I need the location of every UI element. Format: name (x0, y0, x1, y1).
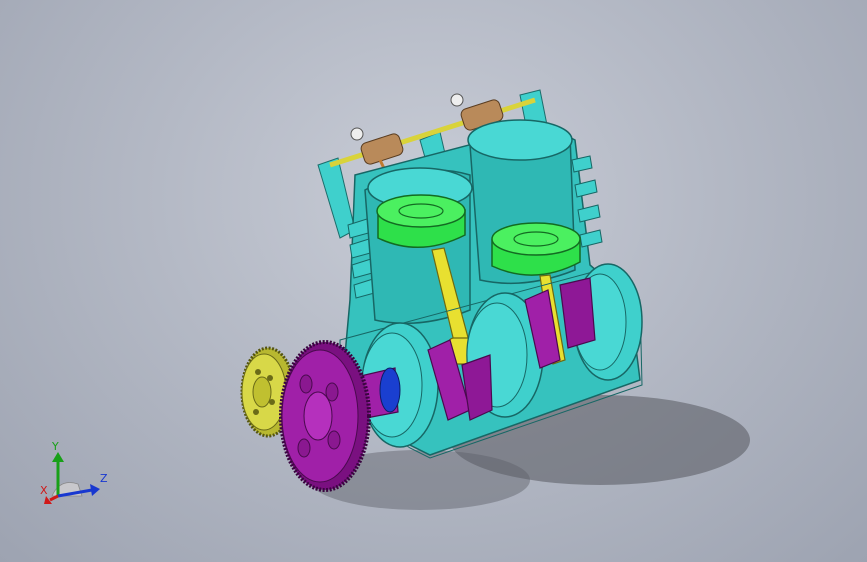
x-axis-arrow-icon (49, 494, 59, 502)
piston-2 (491, 222, 581, 276)
triad-z-label: Z (100, 472, 108, 485)
triad-x-label: X (40, 484, 48, 497)
engine-model-scene[interactable] (0, 0, 867, 562)
coordinate-triad[interactable]: Y Z X (30, 440, 120, 510)
flywheel-gear (279, 340, 371, 492)
y-axis-arrowhead-icon (52, 452, 64, 462)
triad-y-label: Y (51, 440, 59, 453)
piston-1 (376, 194, 466, 248)
cad-viewport[interactable]: Y Z X (0, 0, 867, 562)
z-axis-arrowhead-icon (90, 484, 100, 496)
